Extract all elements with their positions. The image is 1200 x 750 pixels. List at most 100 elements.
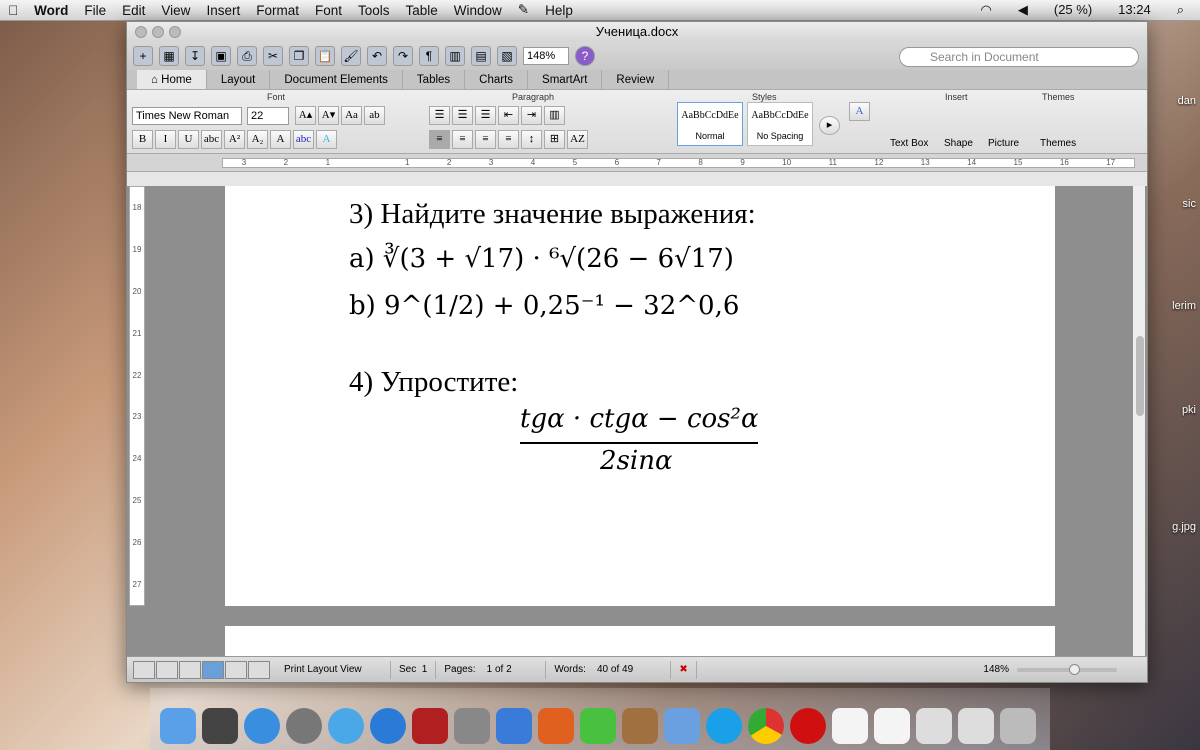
style-no-spacing[interactable]: AaBbCcDdEe No Spacing [747,102,813,146]
keynote-icon[interactable] [622,708,658,744]
powerpoint-icon[interactable] [538,708,574,744]
finder-icon[interactable] [160,708,196,744]
print-layout-view-button[interactable] [202,660,224,679]
tab-layout[interactable]: Layout [207,70,271,89]
highlight-button[interactable]: abc [293,130,314,149]
battery-status[interactable]: (25 %) [1054,2,1092,18]
superscript-button[interactable]: A² [224,130,245,149]
desktop-item[interactable]: dan [1178,95,1196,107]
undo-icon[interactable]: ↶ [367,46,387,66]
word-icon[interactable] [496,708,532,744]
cut-icon[interactable]: ✂ [263,46,283,66]
borders-button[interactable]: ⊞ [544,130,565,149]
bullets-button[interactable]: ☰ [429,106,450,125]
menu-table[interactable]: Table [406,3,438,18]
fullscreen-view-button[interactable] [248,660,270,679]
columns-button[interactable]: ▥ [544,106,565,125]
picture-button[interactable]: Picture [988,138,1019,149]
copy-icon[interactable]: ❐ [289,46,309,66]
tab-tables[interactable]: Tables [403,70,466,89]
tab-review[interactable]: Review [602,70,670,89]
trash-icon[interactable] [1000,708,1036,744]
zoom-slider-thumb[interactable] [1069,664,1080,675]
close-button[interactable] [135,26,147,38]
justify-button[interactable]: ≡ [498,130,519,149]
window-thumbnail[interactable] [916,708,952,744]
grow-font-button[interactable]: A▴ [295,106,316,125]
sidebar-icon[interactable]: ▥ [445,46,465,66]
volume-icon[interactable]: ◀ [1018,2,1028,18]
word-count[interactable]: Words: 40 of 49 [546,660,672,679]
menu-help[interactable]: Help [545,3,573,18]
align-center-button[interactable]: ≡ [452,130,473,149]
sort-button[interactable]: AZ [567,130,588,149]
bold-button[interactable]: B [132,130,153,149]
pilcrow-icon[interactable]: ¶ [419,46,439,66]
menu-file[interactable]: File [84,3,106,18]
scroll-thumb[interactable] [1136,336,1144,416]
spotlight-icon[interactable]: ⌕ [1177,2,1184,18]
align-left-button[interactable]: ≡ [429,130,450,149]
decrease-indent-button[interactable]: ⇤ [498,106,519,125]
desktop-item[interactable]: sic [1183,198,1196,210]
facetime-icon[interactable] [664,708,700,744]
desktop-item[interactable]: pki [1182,404,1196,416]
multilevel-button[interactable]: ☰ [475,106,496,125]
horizontal-ruler[interactable]: 3 2 1 1 2 3 4 5 6 7 8 9 10 11 12 13 14 15 16 17 [127,154,1147,172]
shrink-font-button[interactable]: A▾ [318,106,339,125]
clear-format-button[interactable]: ab [364,106,385,125]
photo-booth-icon[interactable] [412,708,448,744]
font-size-select[interactable]: 22 [247,107,289,125]
open-icon[interactable]: ↧ [185,46,205,66]
messenger-icon[interactable] [580,708,616,744]
font-color-button[interactable]: A [270,130,291,149]
menu-format[interactable]: Format [256,3,299,18]
toolbox-icon[interactable]: ▤ [471,46,491,66]
style-normal[interactable]: AaBbCcDdEe Normal [677,102,743,146]
menu-window[interactable]: Window [454,3,502,18]
numbering-button[interactable]: ☰ [452,106,473,125]
window-thumbnail[interactable] [958,708,994,744]
increase-indent-button[interactable]: ⇥ [521,106,542,125]
menu-tools[interactable]: Tools [358,3,390,18]
tab-charts[interactable]: Charts [465,70,529,89]
zoom-select[interactable]: 148% [523,47,569,65]
font-name-select[interactable]: Times New Roman [132,107,242,125]
document-icon[interactable] [832,708,868,744]
vertical-scrollbar[interactable] [1133,186,1145,672]
notebook-view-button[interactable] [225,660,247,679]
menu-app[interactable]: Word [34,3,68,18]
help-icon[interactable]: ? [575,46,595,66]
desktop-item[interactable]: lerim [1172,300,1196,312]
apple-icon[interactable]:  [8,3,18,18]
tab-home[interactable]: ⌂ Home [137,70,207,89]
tab-smartart[interactable]: SmartArt [528,70,603,89]
tab-document-elements[interactable]: Document Elements [270,70,403,89]
minimize-button[interactable] [152,26,164,38]
draft-view-button[interactable] [133,660,155,679]
itunes-icon[interactable] [370,708,406,744]
styles-next-icon[interactable]: ▸ [819,116,840,135]
menu-edit[interactable]: Edit [122,3,145,18]
app-store-icon[interactable] [244,708,280,744]
strikethrough-button[interactable]: abc [201,130,222,149]
safari-icon[interactable] [328,708,364,744]
desktop-item[interactable]: g.jpg [1172,521,1196,533]
shape-button[interactable]: Shape [944,138,973,149]
redo-icon[interactable]: ↷ [393,46,413,66]
zoom-button[interactable] [169,26,181,38]
new-icon[interactable]: + [133,46,153,66]
subscript-button[interactable]: A₂ [247,130,268,149]
text-effects-button[interactable]: A [316,130,337,149]
media-icon[interactable]: ▧ [497,46,517,66]
save-icon[interactable]: ▣ [211,46,231,66]
italic-button[interactable]: I [155,130,176,149]
align-right-button[interactable]: ≡ [475,130,496,149]
menu-font[interactable]: Font [315,3,342,18]
dashboard-icon[interactable] [202,708,238,744]
spelling-icon[interactable]: ✖ [671,660,697,679]
publishing-view-button[interactable] [179,660,201,679]
document-icon[interactable] [874,708,910,744]
format-painter-icon[interactable]: 🖌 [341,46,361,66]
manage-styles-icon[interactable]: A [849,102,870,121]
